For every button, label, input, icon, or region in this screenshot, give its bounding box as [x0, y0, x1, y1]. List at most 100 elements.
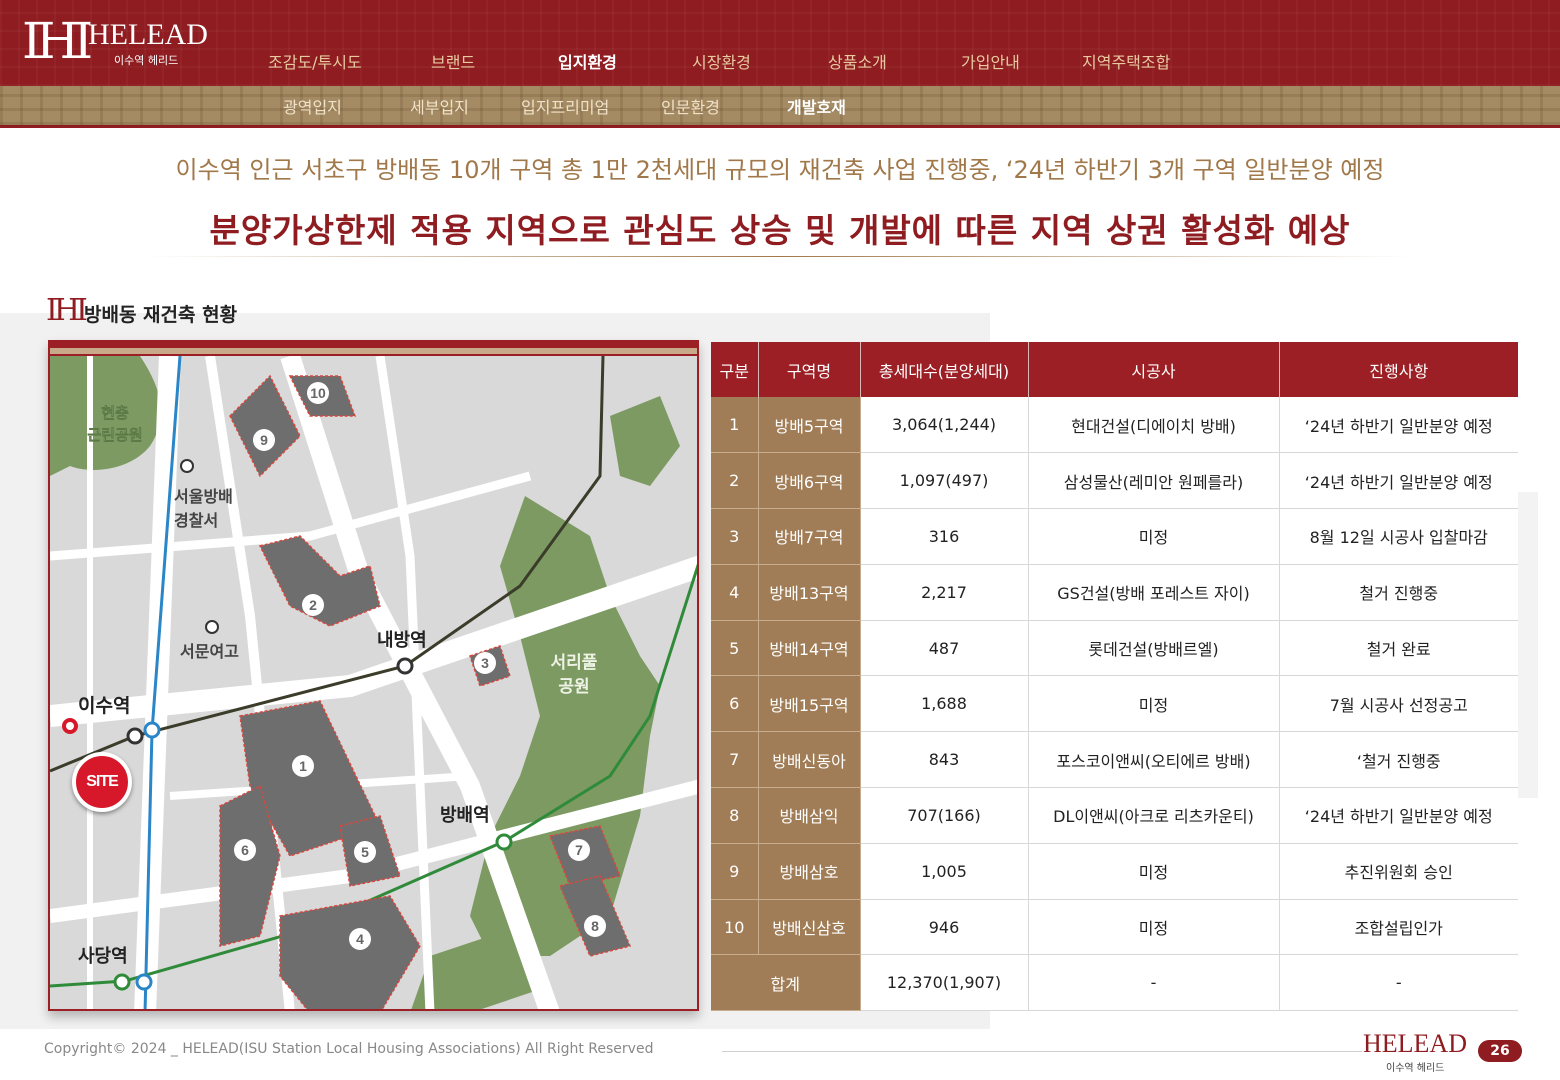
total-builder: -	[1028, 954, 1280, 1012]
cell-no: 3	[711, 508, 759, 565]
cell-no: 4	[711, 564, 759, 621]
cell-no: 1	[711, 397, 759, 454]
subnav-item-location-premium[interactable]: 입지프리미엄	[521, 94, 609, 118]
copyright-text: Copyright© 2024 _ HELEAD(ISU Station Loc…	[44, 1041, 654, 1057]
table-row: 10 방배신삼호 946 미정 조합설립인가	[711, 899, 1518, 956]
cell-households: 487	[860, 620, 1029, 677]
cell-builder: 미정	[1028, 843, 1280, 900]
site-marker: SITE	[72, 752, 132, 812]
cell-zone: 방배신동아	[758, 731, 861, 789]
subnav-item-development[interactable]: 개발호재	[787, 94, 846, 118]
station-naebang-marker	[396, 657, 414, 675]
redevelopment-map: 1 2 3 4 5 6 7 8 9 10 현충 근린공원 서울방배 경찰서 서문…	[48, 340, 699, 1011]
nav-item-market[interactable]: 시장환경	[692, 49, 751, 75]
label-sadang-station: 사당역	[78, 946, 128, 967]
cell-no: 7	[711, 731, 759, 789]
cell-households: 1,688	[860, 675, 1029, 733]
logo-subtitle: 이수역 헤리드	[114, 54, 179, 67]
zone-marker-5: 5	[361, 844, 369, 860]
cell-zone: 방배6구역	[758, 452, 861, 510]
logo-mark: IHI	[22, 12, 93, 70]
cell-builder: 포스코이앤씨(오티에르 방배)	[1028, 731, 1280, 789]
top-navigation-bar	[0, 0, 1560, 86]
cell-builder: 현대건설(디에이치 방배)	[1028, 397, 1280, 454]
label-isu-station: 이수역	[78, 695, 130, 717]
nav-item-join-guide[interactable]: 가입안내	[961, 49, 1020, 75]
cell-builder: 미정	[1028, 508, 1280, 565]
map-canvas: 1 2 3 4 5 6 7 8 9 10 현충 근린공원 서울방배 경찰서 서문…	[50, 356, 697, 1009]
cell-status: 7월 시공사 선정공고	[1279, 675, 1518, 733]
subnav-item-humanities[interactable]: 인문환경	[661, 94, 720, 118]
zone-marker-8: 8	[591, 918, 599, 934]
cell-builder: 삼성물산(레미안 원페를라)	[1028, 452, 1280, 510]
label-park-north-1: 현충	[101, 404, 129, 422]
cell-zone: 방배15구역	[758, 675, 861, 733]
cell-zone: 방배13구역	[758, 564, 861, 621]
label-police-2: 경찰서	[174, 511, 218, 530]
table-total-row: 합계 12,370(1,907) - -	[711, 954, 1518, 1012]
section-title: 방배동 재건축 현황	[84, 304, 238, 326]
table-body: 1 방배5구역 3,064(1,244) 현대건설(디에이치 방배) ‘24년 하반기 …	[711, 397, 1518, 1012]
label-naebang-station: 내방역	[377, 630, 427, 651]
cell-status: ‘24년 하반기 일반분양 예정	[1279, 397, 1518, 454]
footer-logo-subtitle: 이수역 헤리드	[1386, 1063, 1445, 1074]
zone-marker-3: 3	[481, 655, 489, 671]
cell-no: 6	[711, 675, 759, 733]
nav-item-housing-association[interactable]: 지역주택조합	[1082, 49, 1170, 75]
cell-households: 946	[860, 899, 1029, 956]
cell-no: 2	[711, 452, 759, 510]
station-sadang-marker-4	[135, 973, 153, 991]
logo-wordmark: HELEAD	[88, 18, 208, 51]
table-header-row: 구분 구역명 총세대수(분양세대) 시공사 진행사항	[711, 342, 1518, 397]
label-park-east-1: 서리풀	[551, 653, 598, 673]
label-park-north-2: 근린공원	[87, 426, 142, 444]
cell-builder: 미정	[1028, 675, 1280, 733]
cell-status: 추진위원회 승인	[1279, 843, 1518, 900]
subnav-item-detail-location[interactable]: 세부입지	[410, 94, 469, 118]
school-marker	[205, 620, 219, 634]
table-row: 9 방배삼호 1,005 미정 추진위원회 승인	[711, 843, 1518, 900]
cell-zone: 방배5구역	[758, 397, 861, 454]
headline-summary: 이수역 인근 서초구 방배동 10개 구역 총 1만 2천세대 규모의 재건축 …	[175, 156, 1385, 184]
cell-status: ‘24년 하반기 일반분양 예정	[1279, 787, 1518, 844]
nav-item-location[interactable]: 입지환경	[558, 49, 617, 75]
total-households: 12,370(1,907)	[860, 954, 1029, 1012]
table-row: 5 방배14구역 487 롯데건설(방배르엘) 철거 완료	[711, 620, 1518, 677]
col-header-builder: 시공사	[1028, 342, 1280, 397]
label-park-east-2: 공원	[558, 677, 589, 697]
zone-marker-6: 6	[241, 842, 249, 858]
total-status: -	[1279, 954, 1518, 1012]
cell-households: 1,097(497)	[860, 452, 1029, 510]
cell-builder: 미정	[1028, 899, 1280, 956]
cell-zone: 방배7구역	[758, 508, 861, 565]
cell-households: 2,217	[860, 564, 1029, 621]
cell-households: 1,005	[860, 843, 1029, 900]
helead-logo[interactable]: IHI HELEAD 이수역 헤리드	[22, 14, 212, 70]
zone-marker-2: 2	[309, 597, 317, 613]
zone-marker-1: 1	[299, 758, 307, 774]
col-header-status: 진행사항	[1279, 342, 1518, 397]
zone-marker-10: 10	[310, 385, 326, 401]
nav-item-rendering[interactable]: 조감도/투시도	[268, 49, 362, 75]
nav-item-brand[interactable]: 브랜드	[431, 49, 475, 75]
cell-builder: GS건설(방배 포레스트 자이)	[1028, 564, 1280, 621]
station-isu-marker-7	[126, 727, 144, 745]
redevelopment-status-table: 구분 구역명 총세대수(분양세대) 시공사 진행사항 1 방배5구역 3,064(1…	[711, 342, 1518, 1012]
zone-marker-9: 9	[260, 432, 268, 448]
cell-zone: 방배14구역	[758, 620, 861, 677]
cell-no: 9	[711, 843, 759, 900]
table-row: 1 방배5구역 3,064(1,244) 현대건설(디에이치 방배) ‘24년 하반기 …	[711, 397, 1518, 454]
table-row: 8 방배삼익 707(166) DL이앤씨(아크로 리츠카운티) ‘24년 하반기 일반…	[711, 787, 1518, 844]
cell-status: 8월 12일 시공사 입찰마감	[1279, 508, 1518, 565]
table-row: 4 방배13구역 2,217 GS건설(방배 포레스트 자이) 철거 진행중	[711, 564, 1518, 621]
footer-divider	[722, 1051, 1362, 1052]
cell-households: 316	[860, 508, 1029, 565]
subnav-item-wide-location[interactable]: 광역입지	[283, 94, 342, 118]
nav-item-product[interactable]: 상품소개	[828, 49, 887, 75]
station-sadang-marker-2	[113, 973, 131, 991]
cell-households: 707(166)	[860, 787, 1029, 844]
cell-status: 조합설립인가	[1279, 899, 1518, 956]
cell-status: 철거 완료	[1279, 620, 1518, 677]
sub-navigation-bar	[0, 86, 1560, 128]
label-bangbae-station: 방배역	[440, 805, 490, 826]
